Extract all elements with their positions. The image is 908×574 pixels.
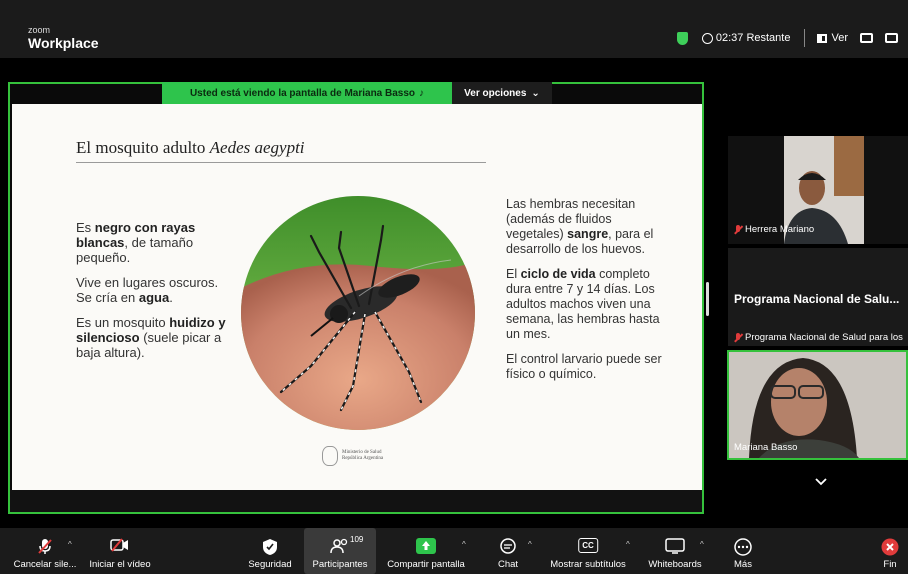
chat-label: Chat [497,559,519,570]
share-banner: Usted está viendo la pantalla de Mariana… [162,82,452,104]
time-remaining: 02:37 Restante [715,32,791,44]
captions-label: Mostrar subtítulos [550,559,626,570]
mosquito-photo [241,196,475,430]
participant-name: Mariana Basso [734,442,798,453]
right-paragraph-3: El control larvario puede ser físico o q… [506,352,662,381]
camera-off-icon [110,538,128,552]
view-layout-icon[interactable] [817,33,828,43]
chat-options-caret-icon[interactable]: ^ [528,540,532,549]
participants-button[interactable]: 109 Participantes [304,528,376,574]
video-tile-mariana[interactable]: Mariana Basso [727,350,908,460]
zoom-logo: zoom Workplace [28,25,99,51]
audio-label: Cancelar sile... [13,559,77,570]
share-banner-text: Usted está viendo la pantalla de Mariana… [189,87,416,99]
left-paragraph-1: Es negro con rayas blancas, de tamaño pe… [76,220,196,265]
share-screen-icon [416,538,436,554]
presentation-slide: El mosquito adulto Aedes aegypti Es negr… [12,104,702,490]
top-right-controls: 02:37 Restante Ver [676,28,908,48]
share-options-caret-icon[interactable]: ^ [462,540,466,549]
view-options-label: Ver opciones [464,87,527,99]
captions-options-caret-icon[interactable]: ^ [626,540,630,549]
slide-title: El mosquito adulto Aedes aegypti [76,138,305,158]
participant-name-tag: Programa Nacional de Salud para los [734,332,903,343]
participants-icon [330,538,348,554]
mic-muted-icon [38,539,52,554]
chevron-down-icon: ⌄ [531,87,540,99]
audio-options-caret-icon[interactable]: ^ [68,540,72,549]
share-bottom-strip [10,490,702,512]
ministry-seal-icon [322,446,338,466]
audio-button[interactable]: Cancelar sile... [12,528,78,574]
slide-right-column: Las hembras necesitan (además de fluidos… [506,197,671,392]
video-tile-herrera[interactable]: Herrera Mariano [728,136,908,244]
video-tile-programa[interactable]: Programa Nacional de Salu... Programa Na… [728,248,908,346]
security-shield-icon [263,539,277,555]
more-ellipsis-icon [734,538,752,556]
whiteboards-options-caret-icon[interactable]: ^ [700,540,704,549]
view-options-button[interactable]: Ver opciones ⌄ [452,82,552,104]
timer-icon [701,32,713,44]
left-paragraph-3: Es un mosquito huidizo y silencioso (sue… [76,315,226,360]
whiteboards-button[interactable]: Whiteboards [644,528,706,574]
panel-resize-handle[interactable] [706,282,709,316]
participant-name: Herrera Mariano [745,224,815,235]
share-label: Compartir pantalla [387,559,465,570]
whiteboards-label: Whiteboards [648,559,702,570]
participant-name: Programa Nacional de Salud para los [745,332,903,343]
brand-small: zoom [28,25,51,35]
slide-title-species: Aedes aegypti [209,138,305,157]
more-button[interactable]: Más [724,528,762,574]
divider [804,29,806,47]
more-label: Más [734,559,752,570]
closed-captions-icon: CC [578,538,598,553]
mic-muted-icon [734,224,742,235]
captions-button[interactable]: CC Mostrar subtítulos [544,528,632,574]
end-meeting-button[interactable]: Fin [876,528,904,574]
chat-bubble-icon [500,538,516,554]
end-call-icon [881,538,899,556]
brand-large: Workplace [28,35,99,51]
whiteboard-icon [665,538,685,554]
participant-display-name: Programa Nacional de Salu... [734,292,900,306]
minimize-window-icon[interactable] [885,33,898,43]
slide-left-column: Es negro con rayas blancas, de tamaño pe… [76,220,236,370]
more-participants-chevron-icon[interactable] [815,476,827,488]
meeting-toolbar: Cancelar sile... ^ Iniciar el vídeo Segu… [0,528,908,574]
left-paragraph-2: Vive en lugares oscuros. Se cría en agua… [76,275,219,305]
security-label: Seguridad [248,559,292,570]
security-button[interactable]: Seguridad [242,528,298,574]
share-screen-button[interactable]: Compartir pantalla [380,528,472,574]
top-bar: zoom Workplace 02:37 Restante Ver [0,0,908,58]
video-label: Iniciar el vídeo [89,559,151,570]
mic-muted-icon [734,332,742,343]
chat-button[interactable]: Chat [488,528,528,574]
ministry-logo: Ministerio de Salud República Argentina [322,446,383,466]
window-mode-icon[interactable] [860,33,873,43]
participants-count-badge: 109 [350,535,364,544]
participant-name-tag: Mariana Basso [734,442,797,453]
sharer-mic-icon: ♪ [419,87,425,99]
participant-name-tag: Herrera Mariano [734,224,814,235]
right-paragraph-1: Las hembras necesitan (además de fluidos… [506,197,654,256]
participants-label: Participantes [312,559,368,570]
encryption-shield-icon[interactable] [676,31,688,45]
ministry-country: República Argentina [342,456,384,461]
slide-title-text: El mosquito adulto [76,138,210,157]
right-paragraph-2: El ciclo de vida completo dura entre 7 y… [506,267,660,341]
video-button[interactable]: Iniciar el vídeo [86,528,154,574]
title-underline [76,162,486,163]
end-label: Fin [883,559,897,570]
shared-screen-frame: Usted está viendo la pantalla de Mariana… [8,82,704,514]
view-button[interactable]: Ver [831,32,848,44]
